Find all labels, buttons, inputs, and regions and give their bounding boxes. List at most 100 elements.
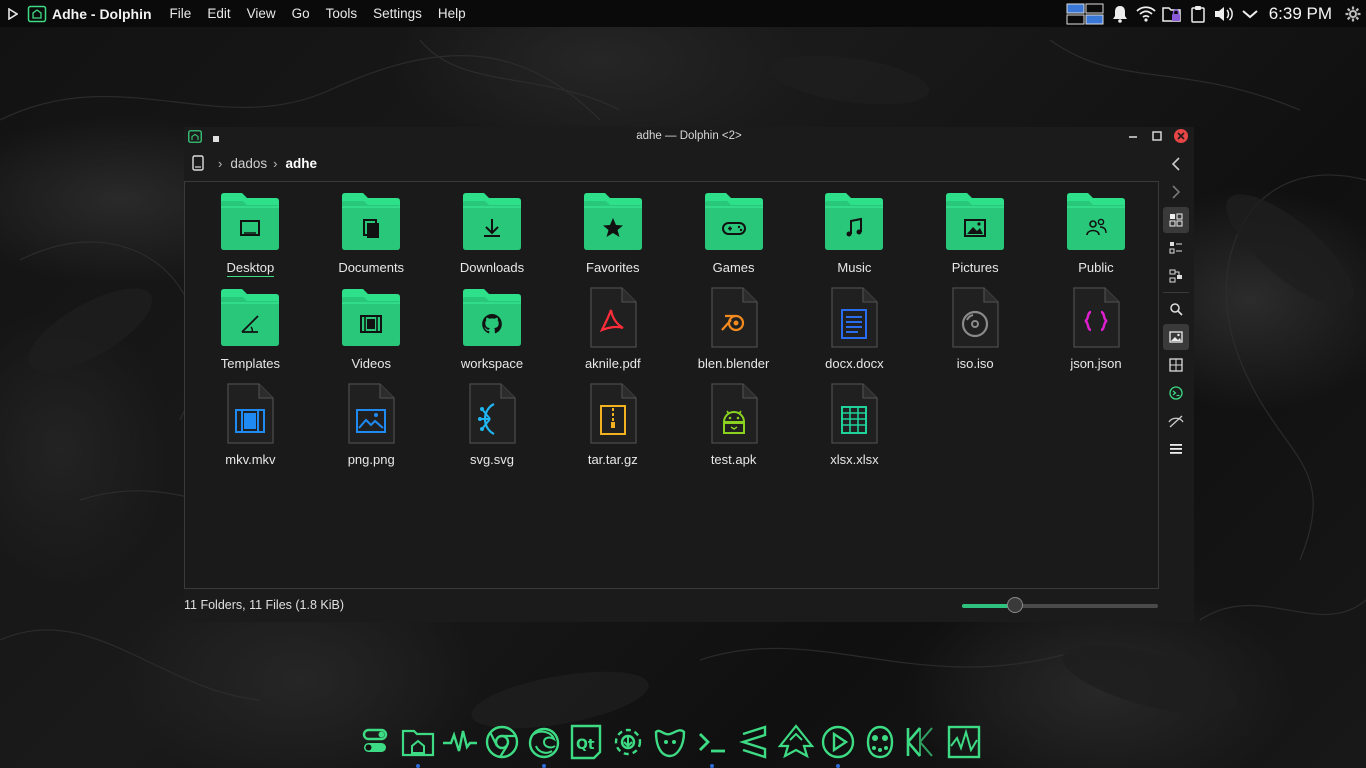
notifications-icon[interactable] [1107,0,1133,27]
settings-gear-icon[interactable] [608,722,648,762]
sublime-icon[interactable] [734,722,774,762]
menu-tools[interactable]: Tools [318,0,366,27]
compact-view-button[interactable] [1163,235,1189,261]
file-png-png[interactable]: png.png [311,382,432,478]
maximize-button[interactable] [1150,129,1164,143]
wifi-icon[interactable] [1133,0,1159,27]
item-label: png.png [347,452,395,467]
media-player-icon[interactable] [818,722,858,768]
firefox-icon[interactable] [524,722,564,768]
breadcrumb-item-dados[interactable]: dados [230,156,267,171]
chevron-left-icon [1171,157,1180,171]
folder-music[interactable]: Music [794,190,915,286]
item-label: test.apk [710,452,757,467]
system-monitor-icon[interactable] [440,722,480,762]
search-button[interactable] [1163,296,1189,322]
pacman-icon[interactable] [860,722,900,762]
menu-edit[interactable]: Edit [199,0,238,27]
file-blen-blender[interactable]: blen.blender [673,286,794,382]
home-folder-icon[interactable] [398,722,438,768]
minimize-button[interactable] [1126,129,1140,143]
item-label: Templates [220,356,281,371]
file-pdf-icon [581,286,645,350]
folder-games[interactable]: Games [673,190,794,286]
folder-videos[interactable]: Videos [311,286,432,382]
breadcrumb-item-adhe[interactable]: adhe [285,156,317,171]
back-button[interactable] [1163,151,1189,177]
folder-template-icon [218,286,282,350]
terminal-button[interactable] [1163,380,1189,406]
item-label: Videos [351,356,391,371]
image-preview-icon [1169,331,1183,343]
details-view-button[interactable] [1163,263,1189,289]
close-button[interactable] [1174,129,1188,143]
item-label: aknile.pdf [584,356,641,371]
file-json-json[interactable]: json.json [1036,286,1157,382]
file-view[interactable]: Desktop Documents Downloads Favorites Games M… [184,181,1159,589]
search-icon [1170,303,1183,316]
inkscape-icon[interactable] [776,722,816,762]
folder-favorites[interactable]: Favorites [552,190,673,286]
show-hidden-button[interactable] [1163,408,1189,434]
preview-button[interactable] [1163,324,1189,350]
panel-settings-icon[interactable] [1340,0,1366,27]
zoom-handle[interactable] [1006,597,1023,613]
clipboard-icon[interactable] [1185,0,1211,27]
folder-public[interactable]: Public [1036,190,1157,286]
hamburger-menu-button[interactable] [1163,436,1189,462]
qt-creator-icon[interactable]: Qt [566,722,606,762]
file-sheet-icon [822,382,886,446]
breadcrumb-separator[interactable]: › [273,156,277,171]
toolbar-separator [1163,292,1189,293]
file-disc-icon [943,286,1007,350]
file-test-apk[interactable]: test.apk [673,382,794,478]
folder-workspace[interactable]: workspace [432,286,553,382]
split-view-button[interactable] [1163,352,1189,378]
running-indicator [710,764,714,768]
terminal-icon[interactable] [692,722,732,768]
chrome-icon[interactable] [482,722,522,762]
running-indicator [836,764,840,768]
menu-view[interactable]: View [239,0,284,27]
forward-button[interactable] [1163,179,1189,205]
menu-file[interactable]: File [162,0,200,27]
ksysguard-icon[interactable] [944,722,984,762]
dolphin-app-icon [26,3,48,25]
file-svg-svg[interactable]: svg.svg [432,382,553,478]
chevron-down-icon[interactable] [1237,0,1263,27]
folder-people-icon [1064,190,1128,254]
folder-desktop[interactable]: Desktop [190,190,311,286]
folder-documents[interactable]: Documents [311,190,432,286]
volume-icon[interactable] [1211,0,1237,27]
folder-templates[interactable]: Templates [190,286,311,382]
item-label: svg.svg [469,452,515,467]
gimp-icon[interactable] [650,722,690,762]
window-titlebar[interactable]: adhe — Dolphin <2> [184,127,1194,147]
menu-help[interactable]: Help [430,0,474,27]
kdenlive-icon[interactable] [902,722,942,762]
svg-text:Qt: Qt [576,737,595,753]
folder-star-icon [581,190,645,254]
file-docx-docx[interactable]: docx.docx [794,286,915,382]
launcher-icon[interactable] [0,0,26,27]
clock[interactable]: 6:39 PM [1263,4,1340,24]
menu-settings[interactable]: Settings [365,0,430,27]
breadcrumb-separator[interactable]: › [218,156,222,171]
folder-lock-icon[interactable] [1159,0,1185,27]
item-label: Games [712,260,755,275]
zoom-slider[interactable] [962,597,1158,613]
file-iso-iso[interactable]: iso.iso [915,286,1036,382]
compact-view-icon [1169,242,1182,254]
file-xlsx-xlsx[interactable]: xlsx.xlsx [794,382,915,478]
device-icon[interactable] [184,155,212,171]
folder-downloads[interactable]: Downloads [432,190,553,286]
pager-icon[interactable] [1063,0,1107,27]
toggle-icon[interactable] [356,722,396,762]
menu-go[interactable]: Go [284,0,318,27]
file-aknile-pdf[interactable]: aknile.pdf [552,286,673,382]
folder-pictures[interactable]: Pictures [915,190,1036,286]
icons-view-button[interactable] [1163,207,1189,233]
item-label: Downloads [459,260,525,275]
file-mkv-mkv[interactable]: mkv.mkv [190,382,311,478]
file-tar-tar-gz[interactable]: tar.tar.gz [552,382,673,478]
